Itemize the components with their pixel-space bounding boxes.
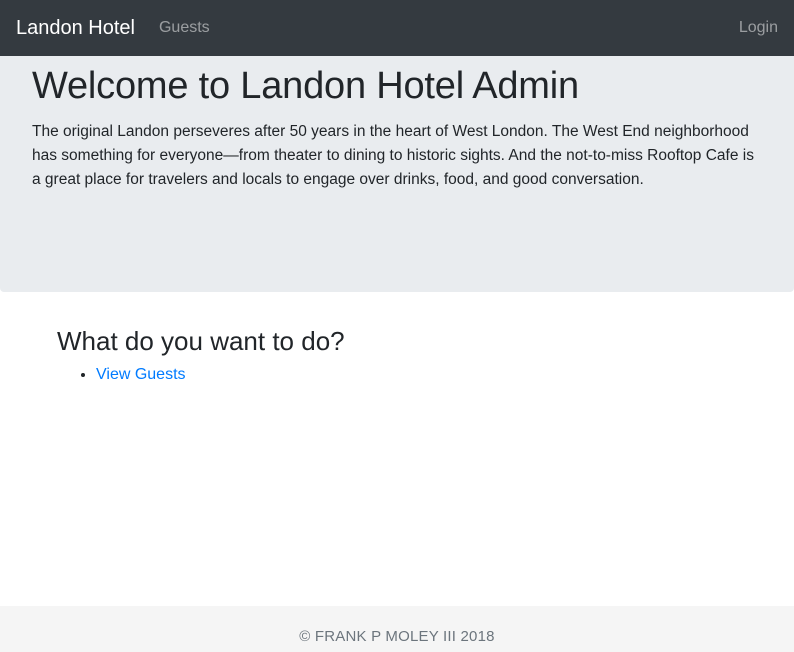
view-guests-link[interactable]: View Guests: [96, 366, 186, 383]
nav-link-guests[interactable]: Guests: [159, 19, 210, 37]
login-link[interactable]: Login: [739, 19, 778, 37]
main-content: What do you want to do? View Guests: [0, 292, 794, 387]
copyright-text: © FRANK P MOLEY III 2018: [299, 627, 495, 645]
action-list: View Guests: [57, 363, 737, 387]
brand-link[interactable]: Landon Hotel: [16, 17, 135, 40]
section-heading: What do you want to do?: [57, 326, 345, 356]
list-item: View Guests: [96, 363, 737, 387]
hero-description: The original Landon perseveres after 50 …: [32, 122, 754, 188]
hero-jumbotron: Welcome to Landon Hotel Admin The origin…: [0, 56, 794, 292]
page-title: Welcome to Landon Hotel Admin: [32, 65, 579, 107]
footer: © FRANK P MOLEY III 2018: [0, 606, 794, 652]
navbar: Landon Hotel Guests Login: [0, 0, 794, 56]
